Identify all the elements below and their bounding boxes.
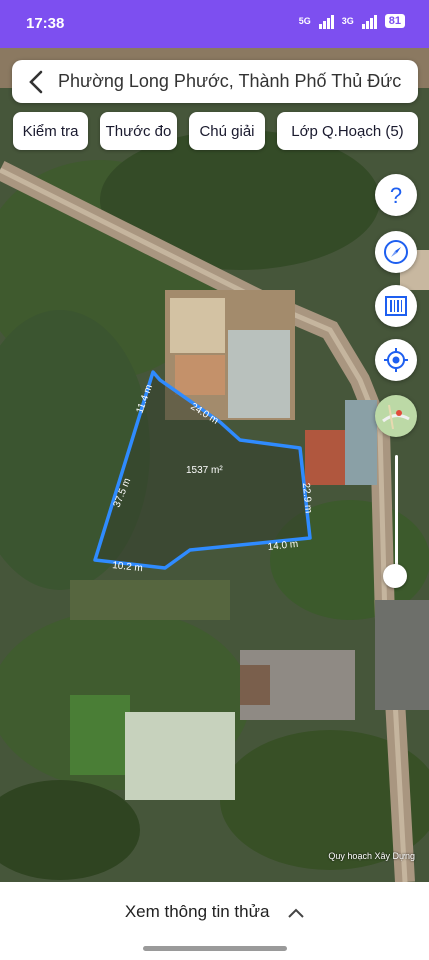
my-location-button[interactable] xyxy=(375,339,417,381)
help-button[interactable]: ? xyxy=(375,174,417,216)
svg-text:?: ? xyxy=(390,184,402,206)
network-5g-label: 5G xyxy=(298,16,311,26)
barcode-button[interactable] xyxy=(375,285,417,327)
zoom-slider-knob[interactable] xyxy=(383,564,407,588)
status-icons: 5G 3G 81 xyxy=(299,13,405,29)
satellite-map[interactable]: 1537 m² 11.4 m 24.0 m 22.9 m 14.0 m 10.2… xyxy=(0,48,429,882)
signal-icon xyxy=(318,13,334,29)
parcel-info-button[interactable]: Xem thông tin thửa xyxy=(0,902,429,922)
parcel-area-label: 1537 m² xyxy=(186,465,223,476)
battery-icon: 81 xyxy=(384,14,405,28)
barcode-icon xyxy=(385,296,407,316)
compass-icon xyxy=(384,240,408,264)
status-bar: 17:38 5G 3G 81 xyxy=(0,0,429,48)
planning-layer-button[interactable]: Lớp Q.Hoạch (5) xyxy=(277,112,418,150)
map-credit: Quy hoạch Xây Dựng xyxy=(328,851,415,861)
parcel-info-label: Xem thông tin thửa xyxy=(124,902,270,921)
network-3g-label: 3G xyxy=(341,16,354,26)
location-header[interactable]: Phường Long Phước, Thành Phố Thủ Đức xyxy=(12,60,418,103)
compass-button[interactable] xyxy=(375,231,417,273)
zoom-slider-track[interactable] xyxy=(395,455,398,575)
signal-icon xyxy=(361,13,377,29)
location-target-icon xyxy=(384,348,408,372)
chevron-up-icon xyxy=(288,908,304,918)
measure-button[interactable]: Thước đo xyxy=(100,112,177,150)
home-indicator[interactable] xyxy=(143,946,287,951)
check-button[interactable]: Kiểm tra xyxy=(13,112,88,150)
back-arrow-icon[interactable] xyxy=(26,69,48,95)
location-title: Phường Long Phước, Thành Phố Thủ Đức xyxy=(58,71,402,91)
map-thumbnail-icon xyxy=(382,404,410,430)
status-time: 17:38 xyxy=(26,15,65,32)
map-type-button[interactable] xyxy=(375,395,417,437)
legend-button[interactable]: Chú giải xyxy=(189,112,265,150)
question-icon: ? xyxy=(390,184,402,206)
